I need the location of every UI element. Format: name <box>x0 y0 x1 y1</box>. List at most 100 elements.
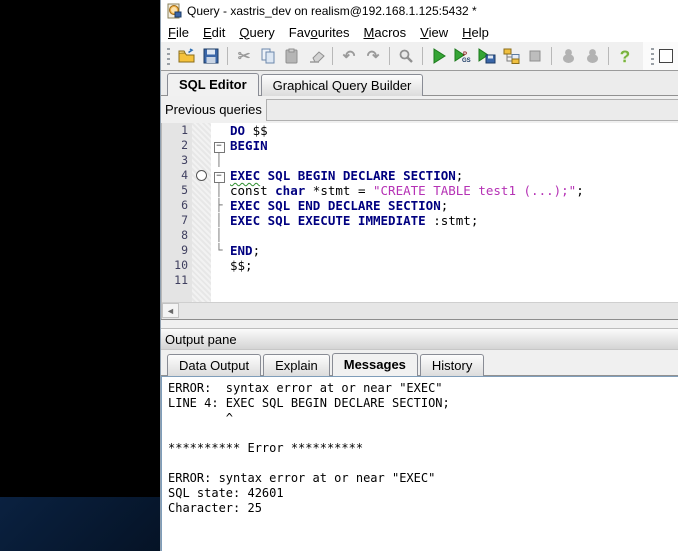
paste-icon[interactable] <box>281 45 303 67</box>
editor-line[interactable]: 3│ <box>162 153 678 168</box>
editor-line[interactable]: 9└END; <box>162 243 678 258</box>
code-text <box>227 228 230 243</box>
fold-glyph[interactable]: ├ <box>211 198 227 213</box>
menu-item-favourites[interactable]: Favourites <box>282 23 357 42</box>
editor-text-area[interactable]: 1DO $$2−BEGIN3│4−EXEC SQL BEGIN DECLARE … <box>162 123 678 288</box>
code-text: $$; <box>227 258 253 273</box>
scrollbar-track[interactable] <box>179 303 678 319</box>
line-number: 11 <box>162 273 192 288</box>
line-number: 7 <box>162 213 192 228</box>
help-icon[interactable]: ? <box>614 45 636 67</box>
query-tool-window: Query - xastris_dev on realism@192.168.1… <box>160 0 678 551</box>
connection-checkbox[interactable] <box>659 49 673 63</box>
editor-tab-bar: SQL EditorGraphical Query Builder <box>161 71 678 96</box>
title-bar[interactable]: Query - xastris_dev on realism@192.168.1… <box>161 0 678 22</box>
code-text: EXEC SQL BEGIN DECLARE SECTION; <box>227 168 463 183</box>
output-tab-explain[interactable]: Explain <box>263 354 330 376</box>
horizontal-scrollbar[interactable]: ◄ <box>162 302 678 319</box>
execute-pgscript-button[interactable]: P GS <box>452 45 474 67</box>
sql-editor[interactable]: 1DO $$2−BEGIN3│4−EXEC SQL BEGIN DECLARE … <box>161 123 678 319</box>
code-text: BEGIN <box>227 138 268 153</box>
menu-item-view[interactable]: View <box>413 23 455 42</box>
fold-glyph[interactable]: │ <box>211 213 227 228</box>
marker-cell <box>192 228 211 243</box>
pane-splitter[interactable] <box>161 319 678 328</box>
undo-icon[interactable]: ↶ <box>338 45 360 67</box>
editor-line[interactable]: 2 −BEGIN <box>162 138 678 153</box>
desktop: Query - xastris_dev on realism@192.168.1… <box>0 0 678 551</box>
line-number: 2 <box>162 138 192 153</box>
fold-glyph[interactable] <box>211 258 227 273</box>
editor-line[interactable]: 10 $$; <box>162 258 678 273</box>
fold-glyph[interactable]: − <box>211 138 227 153</box>
editor-line[interactable]: 6├EXEC SQL END DECLARE SECTION; <box>162 198 678 213</box>
code-text <box>227 153 230 168</box>
output-tab-bar: Data OutputExplainMessagesHistory <box>161 350 678 376</box>
save-button[interactable] <box>200 45 222 67</box>
toolbar-grip[interactable] <box>165 47 173 65</box>
messages-text: ERROR: syntax error at or near "EXEC" LI… <box>162 377 678 520</box>
tab-graphical-query-builder[interactable]: Graphical Query Builder <box>261 74 424 96</box>
editor-line[interactable]: 7 │EXEC SQL EXECUTE IMMEDIATE :stmt; <box>162 213 678 228</box>
messages-panel[interactable]: ERROR: syntax error at or near "EXEC" LI… <box>161 376 678 551</box>
line-number: 10 <box>162 258 192 273</box>
editor-line[interactable]: 11 <box>162 273 678 288</box>
tab-sql-editor[interactable]: SQL Editor <box>167 73 259 96</box>
marker-cell <box>192 123 211 138</box>
code-text: END; <box>227 243 260 258</box>
menu-bar: FileEditQueryFavouritesMacrosViewHelp <box>161 22 678 42</box>
toolbar-separator <box>389 47 390 65</box>
editor-line[interactable]: 5│const char *stmt = "CREATE TABLE test1… <box>162 183 678 198</box>
toolbar-separator <box>422 47 423 65</box>
copy-icon[interactable] <box>257 45 279 67</box>
svg-text:GS: GS <box>462 58 471 64</box>
line-number: 3 <box>162 153 192 168</box>
code-text: EXEC SQL EXECUTE IMMEDIATE :stmt; <box>227 213 478 228</box>
fold-glyph[interactable] <box>211 273 227 288</box>
window-title: Query - xastris_dev on realism@192.168.1… <box>187 4 477 18</box>
line-number: 1 <box>162 123 192 138</box>
fold-glyph[interactable] <box>211 123 227 138</box>
connection-bar: xa <box>643 42 678 70</box>
find-icon[interactable] <box>395 45 417 67</box>
fold-glyph[interactable]: │ <box>211 183 227 198</box>
fold-glyph[interactable]: └ <box>211 243 227 258</box>
execute-query-button[interactable] <box>428 45 450 67</box>
current-line-marker <box>192 168 211 183</box>
editor-line[interactable]: 8│ <box>162 228 678 243</box>
code-text: const char *stmt = "CREATE TABLE test1 (… <box>227 183 584 198</box>
marker-cell <box>192 213 211 228</box>
rollback-transaction-icon[interactable] <box>581 45 603 67</box>
previous-queries-label: Previous queries <box>165 102 262 117</box>
fold-glyph[interactable]: − <box>211 168 227 183</box>
code-text: DO $$ <box>227 123 268 138</box>
scroll-left-arrow[interactable]: ◄ <box>162 303 179 318</box>
toolbar-separator <box>551 47 552 65</box>
menu-item-file[interactable]: File <box>161 23 196 42</box>
marker-cell <box>192 138 211 153</box>
output-tab-data-output[interactable]: Data Output <box>167 354 261 376</box>
commit-transaction-icon[interactable] <box>557 45 579 67</box>
redo-icon[interactable]: ↷ <box>362 45 384 67</box>
cut-icon[interactable]: ✂ <box>233 45 255 67</box>
execute-to-file-button[interactable] <box>476 45 498 67</box>
line-number: 4 <box>162 168 192 183</box>
fold-glyph[interactable]: │ <box>211 153 227 168</box>
output-tab-history[interactable]: History <box>420 354 484 376</box>
explain-query-button[interactable] <box>500 45 522 67</box>
clear-window-icon[interactable] <box>305 45 327 67</box>
fold-glyph[interactable]: │ <box>211 228 227 243</box>
menu-item-edit[interactable]: Edit <box>196 23 232 42</box>
editor-line[interactable]: 1 DO $$ <box>162 123 678 138</box>
output-pane-caption[interactable]: Output pane <box>161 328 678 350</box>
output-tab-messages[interactable]: Messages <box>332 353 418 376</box>
marker-cell <box>192 273 211 288</box>
menu-item-query[interactable]: Query <box>232 23 281 42</box>
menu-item-help[interactable]: Help <box>455 23 496 42</box>
menu-item-macros[interactable]: Macros <box>357 23 414 42</box>
editor-line[interactable]: 4 −EXEC SQL BEGIN DECLARE SECTION; <box>162 168 678 183</box>
cancel-query-button[interactable] <box>524 45 546 67</box>
connection-bar-grip[interactable] <box>649 47 657 65</box>
previous-queries-combobox[interactable] <box>266 99 678 121</box>
open-file-button[interactable] <box>176 45 198 67</box>
